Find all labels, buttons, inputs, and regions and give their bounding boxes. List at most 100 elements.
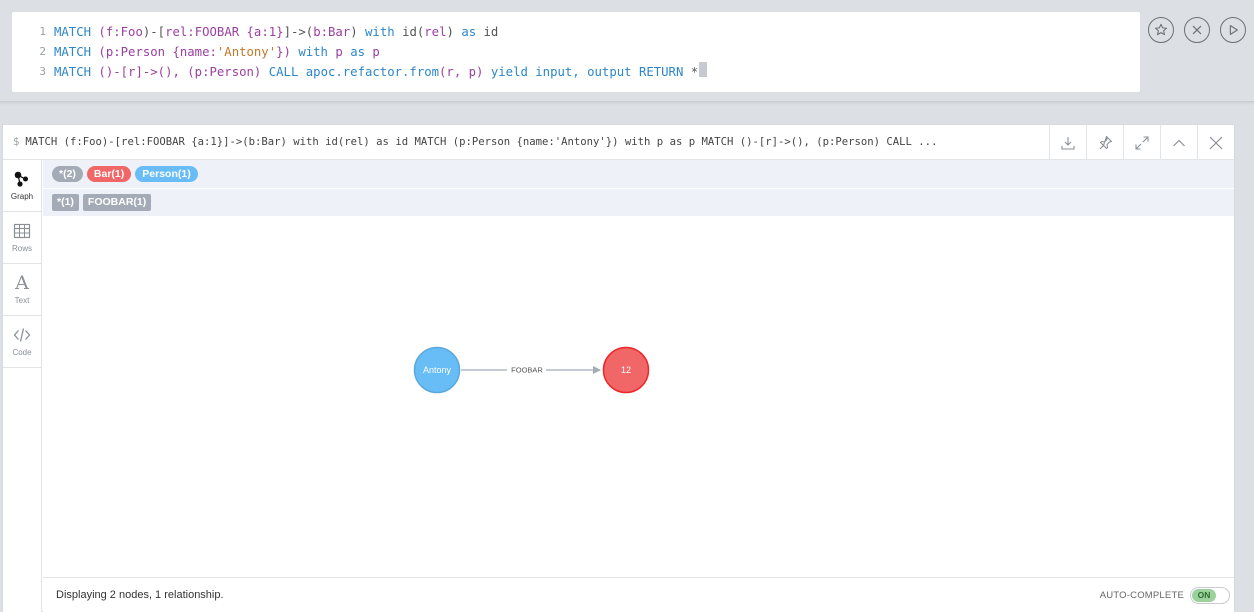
code-token: RETURN — [638, 65, 691, 79]
query-editor[interactable]: 1 MATCH (f:Foo)-[rel:FOOBAR {a:1}]->(b:B… — [12, 12, 1140, 92]
code-text[interactable]: MATCH (f:Foo)-[rel:FOOBAR {a:1}]->(b:Bar… — [54, 22, 498, 42]
code-token: yield — [490, 65, 536, 79]
close-frame-button[interactable] — [1197, 125, 1234, 160]
code-text[interactable]: MATCH ()-[r]->(), (p:Person) CALL apoc.r… — [54, 62, 698, 82]
code-token: } — [276, 25, 284, 39]
code-token: ) — [350, 25, 366, 39]
view-tab-label: Code — [12, 348, 32, 357]
autocomplete-label: AUTO-COMPLETE — [1099, 590, 1184, 601]
play-icon — [1229, 25, 1238, 35]
code-token: {name: — [165, 45, 217, 59]
result-frame: $ MATCH (f:Foo)-[rel:FOOBAR {a:1}]->(b:Ba… — [2, 124, 1235, 612]
legend-labels-row: *(2) Bar(1) Person(1) — [43, 160, 1234, 188]
relationship-label: FOOBAR — [511, 366, 543, 375]
view-mode-sidebar: Graph Rows A Text Code — [3, 160, 42, 612]
code-line: 1 MATCH (f:Foo)-[rel:FOOBAR {a:1}]->(b:B… — [12, 22, 1140, 42]
line-number: 3 — [39, 65, 46, 78]
code-token: :Person — [202, 65, 254, 79]
code-token: MATCH — [54, 25, 99, 39]
node-caption: 12 — [621, 365, 631, 375]
code-token: ]->( — [283, 25, 314, 39]
text-icon: A — [15, 272, 29, 294]
view-tab-graph[interactable]: Graph — [3, 160, 41, 212]
frame-toolbar — [1049, 125, 1234, 160]
code-token: (r, p) — [439, 65, 491, 79]
code-token: ) — [253, 65, 269, 79]
code-line: 2 MATCH (p:Person {name:'Antony'}) with … — [12, 42, 1140, 62]
legend-rel-all[interactable]: *(1) — [52, 194, 79, 211]
autocomplete-control: AUTO-COMPLETE ON — [1100, 587, 1230, 604]
legend-label-person[interactable]: Person(1) — [135, 166, 198, 182]
frame-header: $ MATCH (f:Foo)-[rel:FOOBAR {a:1}]->(b:Ba… — [3, 125, 1234, 160]
code-token: output — [587, 65, 639, 79]
code-token: ]->(), — [135, 65, 188, 79]
autocomplete-toggle[interactable]: ON — [1190, 587, 1230, 604]
code-token: apoc.refactor.from — [305, 65, 440, 79]
graph-svg: FOOBAR Antony 12 — [413, 346, 650, 394]
node-antony[interactable]: Antony — [413, 346, 461, 394]
code-token: (p — [187, 65, 203, 79]
code-token: rel — [424, 25, 447, 39]
code-token: as — [461, 25, 484, 39]
code-token: :Bar — [320, 25, 351, 39]
code-icon — [13, 328, 31, 342]
editor-shadow — [0, 101, 1254, 105]
legend-label-bar[interactable]: Bar(1) — [86, 166, 132, 182]
favorite-button[interactable] — [1148, 17, 1174, 43]
fullscreen-button[interactable] — [1123, 125, 1160, 160]
status-bar: Displaying 2 nodes, 1 relationship. AUTO… — [43, 577, 1234, 612]
legend-rel-foobar[interactable]: FOOBAR(1) — [82, 194, 152, 211]
code-token: * — [690, 65, 699, 79]
code-token: p — [372, 45, 380, 59]
pin-button[interactable] — [1086, 125, 1123, 160]
code-token: with — [298, 45, 336, 59]
close-icon — [1192, 25, 1202, 35]
graph-icon — [14, 171, 28, 187]
view-tab-label: Rows — [11, 244, 32, 253]
code-token: id — [402, 25, 417, 39]
code-token: ()-[ — [98, 65, 129, 79]
clear-button[interactable] — [1184, 17, 1210, 43]
graph-canvas[interactable]: FOOBAR Antony 12 — [43, 217, 1234, 577]
code-token: ) — [446, 25, 462, 39]
chevron-up-icon — [1173, 139, 1185, 146]
editor-bar: 1 MATCH (f:Foo)-[rel:FOOBAR {a:1}]->(b:B… — [0, 0, 1254, 105]
close-icon — [1209, 136, 1223, 149]
code-token: :FOOBAR — [187, 25, 240, 39]
prompt-symbol: $ — [13, 136, 20, 148]
editor-actions — [1148, 17, 1246, 43]
code-token: :Foo — [113, 25, 143, 39]
table-icon — [13, 223, 31, 239]
run-button[interactable] — [1220, 17, 1246, 43]
code-token: b — [313, 25, 321, 39]
toggle-state: ON — [1192, 589, 1216, 602]
code-token: :Person — [113, 45, 166, 59]
node-caption: Antony — [423, 365, 452, 375]
node-bar-12[interactable]: 12 — [602, 346, 650, 394]
view-tab-label: Text — [14, 296, 30, 305]
code-text[interactable]: MATCH (p:Person {name:'Antony'}) with p … — [54, 42, 380, 62]
line-number: 2 — [39, 45, 46, 58]
line-number: 1 — [39, 25, 46, 38]
code-token: {a: — [239, 25, 269, 39]
relationship-foobar[interactable]: FOOBAR — [461, 366, 601, 375]
download-button[interactable] — [1049, 125, 1086, 160]
frame-query[interactable]: $ MATCH (f:Foo)-[rel:FOOBAR {a:1}]->(b:Ba… — [13, 125, 1043, 160]
collapse-button[interactable] — [1160, 125, 1197, 160]
view-tab-code[interactable]: Code — [3, 316, 41, 368]
view-tab-rows[interactable]: Rows — [3, 212, 41, 264]
code-token: (f — [98, 25, 114, 39]
code-token: MATCH — [54, 45, 99, 59]
pin-icon — [1099, 135, 1113, 149]
frame-query-text: MATCH (f:Foo)-[rel:FOOBAR {a:1}]->(b:Bar… — [25, 136, 938, 148]
code-token: MATCH — [54, 65, 99, 79]
code-token: rel — [165, 25, 188, 39]
code-token: CALL — [268, 65, 306, 79]
graph-legend: *(2) Bar(1) Person(1) *(1) FOOBAR(1) — [43, 160, 1234, 217]
legend-relationships-row: *(1) FOOBAR(1) — [43, 188, 1234, 216]
code-token: id — [483, 25, 499, 39]
star-icon — [1154, 23, 1168, 36]
legend-label-all[interactable]: *(2) — [52, 166, 83, 182]
code-token: )-[ — [142, 25, 166, 39]
view-tab-text[interactable]: A Text — [3, 264, 41, 316]
